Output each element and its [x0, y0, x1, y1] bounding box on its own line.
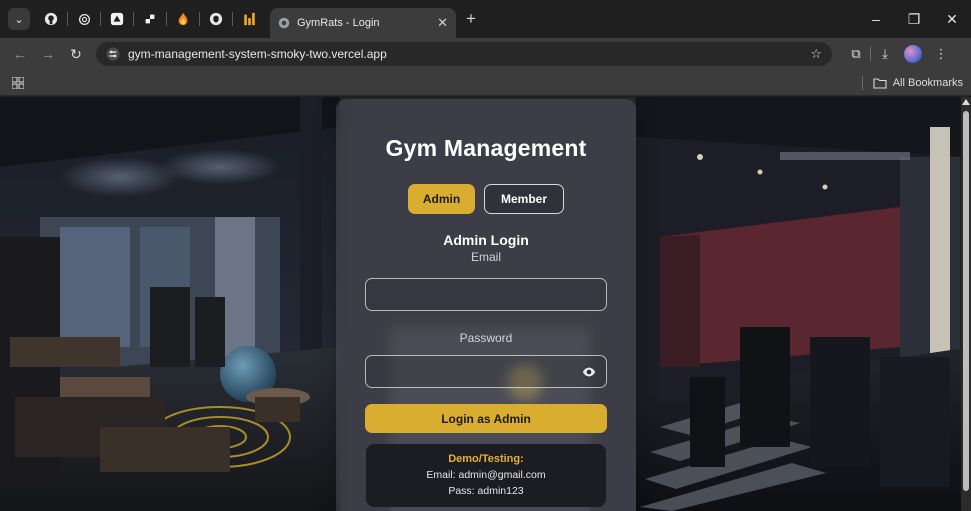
demo-heading: Demo/Testing:: [448, 453, 524, 465]
back-arrow-icon[interactable]: ←: [6, 46, 34, 62]
forward-arrow-icon[interactable]: →: [34, 46, 62, 62]
login-heading: Admin Login: [443, 232, 529, 248]
scroll-up-arrow-icon[interactable]: [962, 99, 970, 105]
email-label: Email: [470, 250, 501, 264]
email-field[interactable]: [365, 278, 607, 311]
shield-icon: [209, 12, 223, 26]
flame-icon: [178, 12, 188, 26]
bookmarks-bar: All Bookmarks: [0, 70, 971, 96]
password-label: Password: [459, 331, 513, 345]
profile-avatar[interactable]: [904, 45, 922, 63]
github-icon: [44, 12, 58, 26]
toolbar-right: ⧉ ⤓ ⋮: [842, 45, 955, 63]
active-tab[interactable]: GymRats - Login ✕: [270, 8, 456, 38]
bar-chart-icon: [243, 12, 255, 26]
pinned-tab-shield[interactable]: [203, 6, 229, 32]
page-viewport: Gym Management Admin Member Admin Login …: [0, 97, 971, 511]
role-toggle: Admin Member: [336, 184, 636, 214]
url-text: gym-management-system-smoky-two.vercel.a…: [128, 47, 387, 61]
page-title: Gym Management: [385, 135, 587, 161]
download-icon[interactable]: ⤓: [871, 46, 899, 62]
browser-tab-bar: ⌄ GymRats - Login ✕ + – ❐ ✕: [0, 0, 971, 38]
pinned-tab-github[interactable]: [38, 6, 64, 32]
pinned-tab-app[interactable]: [137, 6, 163, 32]
window-controls: – ❐ ✕: [857, 0, 971, 38]
eye-icon[interactable]: [582, 365, 596, 379]
close-window-icon[interactable]: ✕: [933, 11, 971, 28]
all-bookmarks-button[interactable]: All Bookmarks: [861, 70, 963, 96]
pinned-tab-firebase[interactable]: [170, 6, 196, 32]
scrollbar-thumb[interactable]: [963, 111, 969, 491]
minimize-icon[interactable]: –: [857, 11, 895, 27]
login-card: Gym Management Admin Member Admin Login …: [336, 99, 636, 511]
browser-toolbar: ← → ↻ gym-management-system-smoky-two.ve…: [0, 38, 971, 70]
tab-close-icon[interactable]: ✕: [437, 15, 448, 31]
demo-email-line: Email: admin@gmail.com: [426, 469, 546, 481]
pinned-tab-drive[interactable]: [104, 6, 130, 32]
password-field[interactable]: [365, 355, 607, 388]
pinned-tabs: [38, 6, 262, 32]
globe-icon: [278, 17, 290, 29]
menu-kebab-icon[interactable]: ⋮: [927, 46, 955, 62]
site-settings-icon[interactable]: [106, 47, 120, 61]
all-bookmarks-label: All Bookmarks: [892, 77, 963, 89]
tab-search-button[interactable]: ⌄: [8, 8, 30, 30]
tab-title: GymRats - Login: [297, 17, 380, 29]
pinned-tab-analytics[interactable]: [236, 6, 262, 32]
pinned-tab-openai[interactable]: [71, 6, 97, 32]
folder-icon: [873, 77, 887, 89]
login-submit-button[interactable]: Login as Admin: [365, 404, 607, 433]
address-bar[interactable]: gym-management-system-smoky-two.vercel.a…: [96, 42, 832, 66]
demo-pass-line: Pass: admin123: [448, 485, 524, 497]
member-role-button[interactable]: Member: [484, 184, 564, 214]
admin-role-button[interactable]: Admin: [408, 184, 475, 214]
page-scrollbar[interactable]: [961, 97, 971, 511]
new-tab-plus-icon[interactable]: +: [466, 9, 476, 29]
bookmark-star-icon[interactable]: ☆: [810, 46, 822, 62]
steps-app-icon: [145, 14, 155, 24]
demo-credentials-box: Demo/Testing: Email: admin@gmail.com Pas…: [366, 444, 606, 507]
restore-icon[interactable]: ❐: [895, 11, 933, 28]
triangle-app-icon: [110, 12, 124, 26]
reload-icon[interactable]: ↻: [62, 46, 90, 63]
openai-icon: [78, 13, 90, 25]
extensions-icon[interactable]: ⧉: [842, 46, 870, 62]
apps-grid-icon[interactable]: [12, 76, 24, 89]
